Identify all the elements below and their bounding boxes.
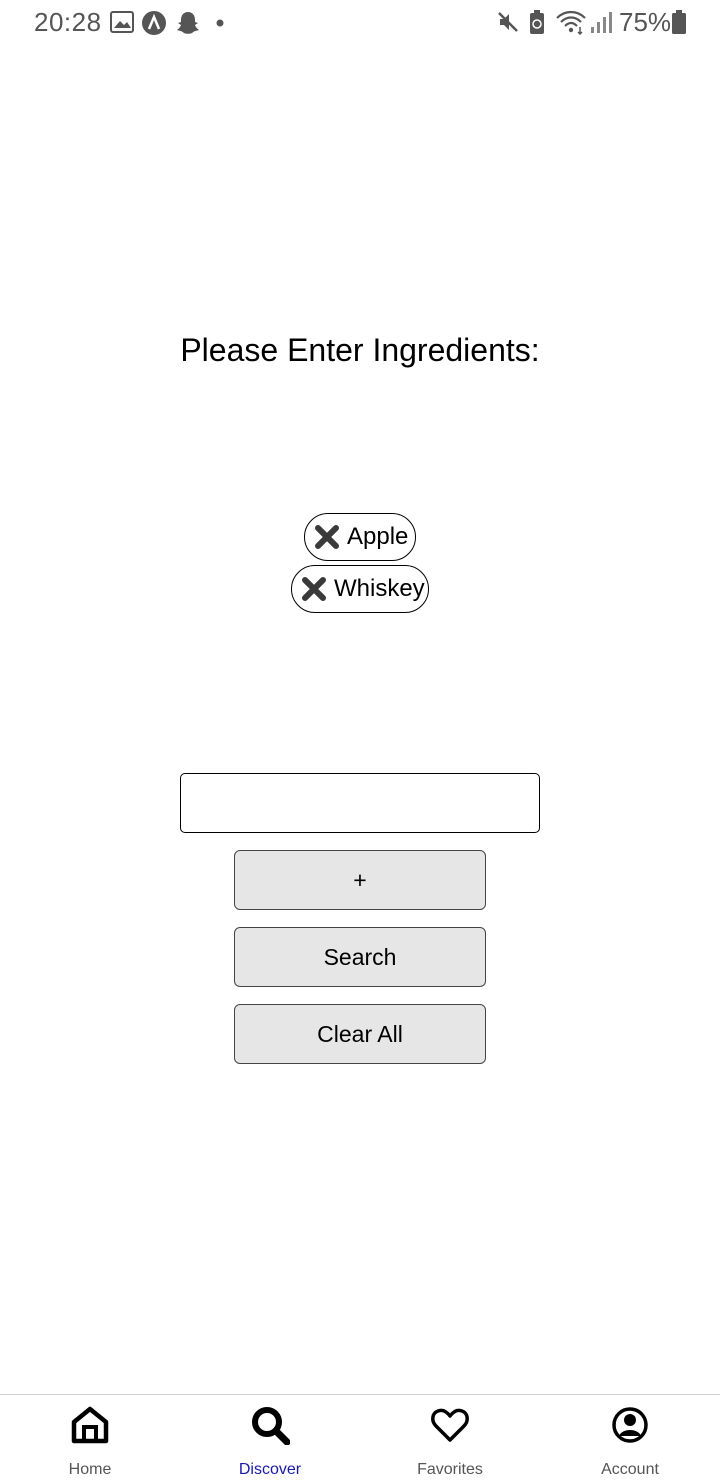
ingredient-chip-whiskey: Whiskey [291, 565, 429, 613]
nav-item-home[interactable]: Home [0, 1395, 180, 1481]
nav-label: Account [601, 1461, 659, 1478]
mute-icon [498, 12, 518, 32]
ingredient-chip-apple: Apple [304, 513, 416, 561]
nav-label: Discover [238, 1461, 302, 1478]
app-a-icon [142, 11, 166, 35]
status-time: 20:28 [34, 7, 102, 37]
nav-item-favorites[interactable]: Favorites [360, 1395, 540, 1481]
ingredient-input[interactable] [180, 773, 540, 833]
status-bar: 20:28 75% [0, 0, 720, 46]
chip-label: Whiskey [334, 575, 425, 602]
nav-item-account[interactable]: Account [540, 1395, 720, 1481]
nav-item-discover[interactable]: Discover [180, 1395, 360, 1481]
search-icon [252, 1407, 290, 1445]
battery-saver-icon [530, 10, 544, 34]
nav-label: Home [68, 1461, 112, 1478]
remove-icon[interactable] [313, 523, 341, 551]
add-ingredient-button[interactable]: + [234, 850, 486, 910]
page-title: Please Enter Ingredients: [180, 332, 540, 368]
remove-icon[interactable] [300, 575, 328, 603]
chip-label: Apple [347, 523, 409, 550]
nav-label: Favorites [417, 1461, 483, 1478]
gallery-icon [110, 11, 134, 33]
bottom-nav: Home Discover Favorites Account [0, 1394, 720, 1481]
signal-icon [591, 12, 612, 33]
account-icon [612, 1407, 648, 1443]
battery-percentage: 75% [619, 7, 672, 37]
wifi-icon [556, 10, 586, 35]
search-button[interactable]: Search [234, 927, 486, 987]
heart-icon [431, 1408, 469, 1442]
notification-dot-icon [216, 19, 224, 27]
snapchat-icon [177, 12, 199, 34]
battery-icon [672, 10, 686, 34]
clear-all-button[interactable]: Clear All [234, 1004, 486, 1064]
home-icon [71, 1406, 109, 1444]
